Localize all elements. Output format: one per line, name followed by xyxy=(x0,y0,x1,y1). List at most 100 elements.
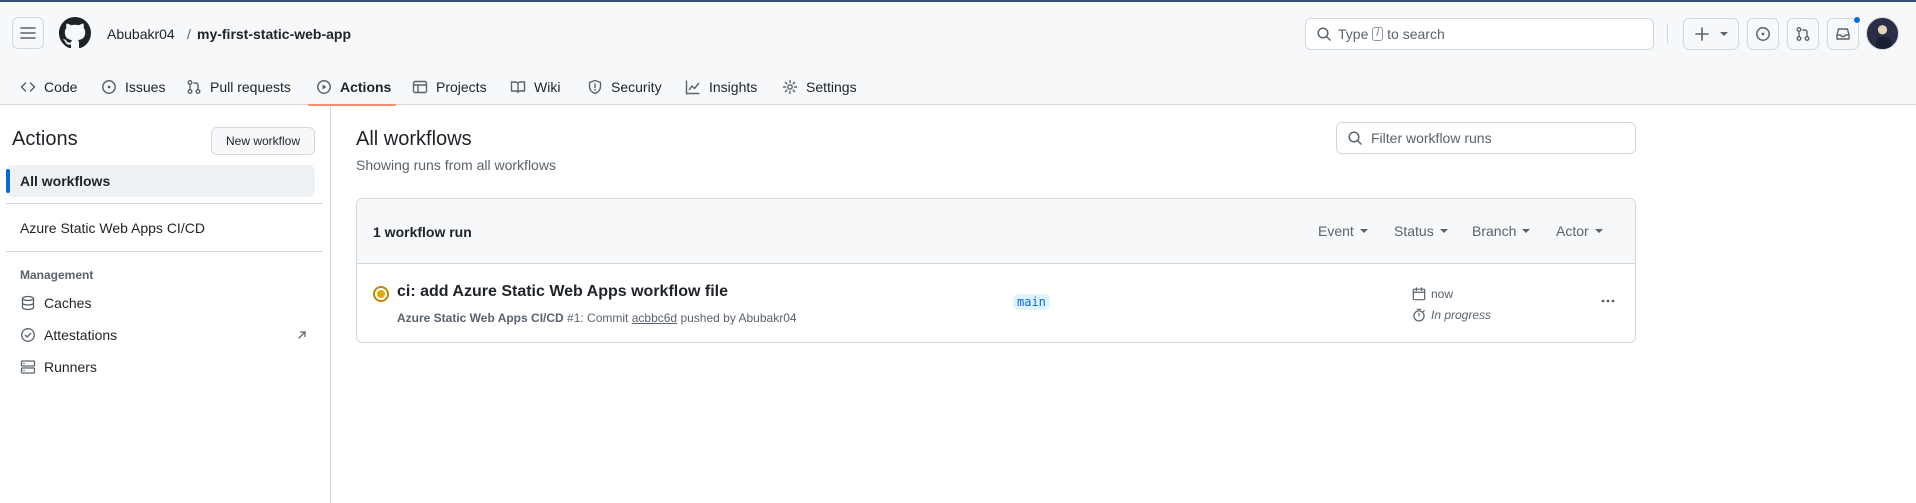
issue-opened-icon xyxy=(102,79,116,94)
plus-icon xyxy=(1695,27,1709,41)
run-timestamp: now xyxy=(1412,287,1453,301)
actions-sidebar: Actions New workflow All workflows Azure… xyxy=(0,106,331,503)
verified-icon xyxy=(21,328,35,342)
header-divider xyxy=(1667,24,1668,44)
filter-placeholder: Filter workflow runs xyxy=(1371,130,1492,146)
sidebar-item-label: All workflows xyxy=(20,173,111,189)
kebab-horizontal-icon xyxy=(1601,299,1615,303)
dropdown-label: Status xyxy=(1394,223,1434,239)
repo-navigation: Code Issues Pull requests Actions Projec… xyxy=(0,66,1916,107)
new-workflow-button[interactable]: New workflow xyxy=(211,127,315,155)
notification-indicator xyxy=(1853,16,1861,24)
open-menu-button[interactable] xyxy=(12,17,44,49)
tab-label: Wiki xyxy=(534,78,561,95)
tab-security[interactable]: Security xyxy=(579,66,670,107)
tab-label: Issues xyxy=(125,78,166,95)
tab-label: Pull requests xyxy=(210,78,291,95)
filter-status-dropdown[interactable]: Status xyxy=(1394,223,1448,239)
sidebar-item-attestations[interactable]: Attestations xyxy=(20,327,308,343)
shield-icon xyxy=(588,79,602,94)
run-time-text: now xyxy=(1431,287,1454,301)
create-new-button[interactable] xyxy=(1683,18,1739,50)
issues-button[interactable] xyxy=(1747,18,1779,50)
sidebar-divider xyxy=(6,251,323,252)
sidebar-item-caches[interactable]: Caches xyxy=(20,295,91,311)
filter-event-dropdown[interactable]: Event xyxy=(1318,223,1368,239)
tab-actions[interactable]: Actions xyxy=(308,66,399,107)
sidebar-item-workflow[interactable]: Azure Static Web Apps CI/CD xyxy=(20,220,205,236)
book-icon xyxy=(510,80,526,93)
tab-label: Code xyxy=(44,78,78,95)
calendar-icon xyxy=(1412,287,1426,301)
tab-label: Insights xyxy=(709,78,758,95)
sidebar-divider xyxy=(6,203,323,204)
tab-pull-requests[interactable]: Pull requests xyxy=(178,66,299,107)
chevron-down-icon xyxy=(1359,229,1368,233)
tab-label: Actions xyxy=(340,78,392,95)
selected-indicator xyxy=(6,169,10,193)
avatar[interactable] xyxy=(1866,17,1899,50)
pull-requests-button[interactable] xyxy=(1787,18,1819,50)
filter-actor-dropdown[interactable]: Actor xyxy=(1556,223,1603,239)
tab-code[interactable]: Code xyxy=(12,66,85,107)
play-icon xyxy=(317,79,331,94)
run-workflow-name: Azure Static Web Apps CI/CD xyxy=(397,311,564,325)
filter-workflow-runs-input[interactable]: Filter workflow runs xyxy=(1336,122,1636,154)
run-duration: In progress xyxy=(1412,308,1491,322)
global-header: Abubakr04 / my-first-static-web-app Type… xyxy=(0,0,1916,107)
run-number: #1 xyxy=(567,311,581,325)
tab-settings[interactable]: Settings xyxy=(774,66,865,107)
issue-opened-icon xyxy=(1756,27,1770,41)
breadcrumb-repo[interactable]: my-first-static-web-app xyxy=(197,24,351,44)
link-external-icon xyxy=(298,331,306,339)
in-progress-status-icon xyxy=(373,286,389,302)
database-icon xyxy=(21,295,35,311)
management-heading: Management xyxy=(20,268,94,282)
code-icon xyxy=(20,81,36,92)
sidebar-item-runners[interactable]: Runners xyxy=(20,359,97,375)
commit-sha-link[interactable]: acbbc6d xyxy=(632,311,677,325)
dropdown-label: Actor xyxy=(1556,223,1589,239)
search-icon xyxy=(1348,131,1362,145)
run-title-link[interactable]: ci: add Azure Static Web Apps workflow f… xyxy=(397,283,728,301)
sidebar-item-label: Azure Static Web Apps CI/CD xyxy=(20,220,205,236)
chevron-down-icon xyxy=(1720,32,1728,36)
search-icon xyxy=(1317,27,1331,41)
sidebar-item-label: Caches xyxy=(44,295,92,311)
sidebar-item-all-workflows[interactable]: All workflows xyxy=(6,165,315,197)
search-placeholder-suffix: to search xyxy=(1387,26,1445,42)
run-commit-prefix: : Commit xyxy=(580,311,629,325)
branch-label[interactable]: main xyxy=(1013,294,1050,310)
inbox-icon xyxy=(1836,28,1850,40)
dropdown-label: Branch xyxy=(1472,223,1517,239)
git-pull-request-icon xyxy=(1796,27,1810,41)
run-options-button[interactable] xyxy=(1594,287,1622,315)
top-bar: Abubakr04 / my-first-static-web-app Type… xyxy=(0,2,1916,66)
filter-branch-dropdown[interactable]: Branch xyxy=(1472,223,1531,239)
sidebar-item-label: Attestations xyxy=(44,327,118,343)
notifications-button[interactable] xyxy=(1827,16,1861,50)
run-pushed-by: pushed by Abubakr04 xyxy=(680,311,797,325)
chevron-down-icon xyxy=(1594,229,1603,233)
dropdown-label: Event xyxy=(1318,223,1354,239)
run-count: 1 workflow run xyxy=(373,224,472,240)
tab-issues[interactable]: Issues xyxy=(93,66,173,107)
tab-projects[interactable]: Projects xyxy=(404,66,495,107)
global-search-input[interactable]: Type / to search xyxy=(1305,18,1654,50)
tab-insights[interactable]: Insights xyxy=(677,66,765,107)
tab-label: Projects xyxy=(436,78,487,95)
github-logo-icon[interactable] xyxy=(59,17,91,49)
run-meta: Azure Static Web Apps CI/CD #1: Commit a… xyxy=(397,311,797,325)
server-icon xyxy=(20,360,36,374)
sidebar-item-label: Runners xyxy=(44,359,97,375)
table-icon xyxy=(412,80,428,93)
tab-label: Settings xyxy=(806,78,857,95)
breadcrumb-owner[interactable]: Abubakr04 xyxy=(107,24,175,44)
search-placeholder-prefix: Type xyxy=(1338,26,1369,42)
git-pull-request-icon xyxy=(187,79,201,94)
graph-icon xyxy=(685,80,700,94)
tab-wiki[interactable]: Wiki xyxy=(502,66,568,107)
chevron-down-icon xyxy=(1439,229,1448,233)
page-title: All workflows xyxy=(356,128,472,150)
workflow-runs-box: 1 workflow run Event Status Branch Actor… xyxy=(356,198,1636,343)
